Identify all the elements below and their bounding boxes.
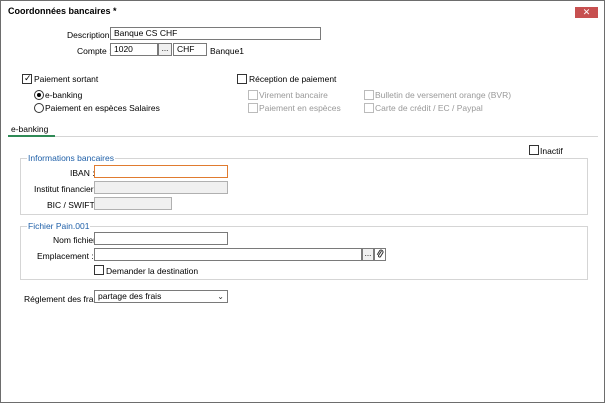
iban-label: IBAN : [70, 168, 95, 178]
emplacement-browse-button[interactable]: ... [362, 248, 374, 261]
demander-destination-label: Demander la destination [106, 266, 199, 276]
title-bar: Coordonnées bancaires * ✕ [1, 1, 604, 23]
informations-bancaires-title: Informations bancaires [27, 153, 115, 163]
chevron-down-icon: ⌄ [217, 292, 224, 301]
inactif-label: Inactif [540, 146, 563, 156]
iban-input[interactable] [94, 165, 228, 178]
paiement-sortant-label: Paiement sortant [34, 74, 99, 84]
especes-salaires-radio[interactable] [34, 103, 44, 113]
fichier-pain-title: Fichier Pain.001 [27, 221, 91, 231]
virement-bancaire-label: Virement bancaire [259, 90, 328, 100]
emplacement-input[interactable] [94, 248, 362, 261]
ebanking-radio-label: e-banking [45, 90, 83, 100]
nom-fichier-input[interactable] [94, 232, 228, 245]
description-input[interactable]: Banque CS CHF [110, 27, 321, 40]
radio-dot-icon [37, 93, 41, 97]
reglement-frais-value: partage des frais [98, 291, 162, 301]
carte-credit-checkbox[interactable] [364, 103, 374, 113]
tab-ebanking[interactable]: e-banking [11, 124, 48, 134]
especes-salaires-radio-label: Paiement en espèces Salaires [45, 103, 160, 113]
paperclip-icon [376, 249, 384, 258]
currency-input[interactable]: CHF [173, 43, 207, 56]
reception-paiement-label: Réception de paiement [249, 74, 337, 84]
compte-browse-button[interactable]: ... [158, 43, 172, 56]
check-icon: ✓ [24, 73, 32, 83]
paiement-sortant-checkbox[interactable]: ✓ [22, 73, 32, 84]
emplacement-label: Emplacement : [37, 251, 94, 261]
bvr-checkbox[interactable] [364, 90, 374, 100]
attach-button[interactable] [374, 248, 386, 261]
institut-financier-label: Institut financier : [34, 184, 99, 194]
reglement-frais-label: Réglement des frais : [24, 294, 105, 304]
window-title: Coordonnées bancaires * [8, 6, 117, 16]
description-label: Description : [67, 30, 115, 40]
reception-paiement-checkbox[interactable] [237, 74, 247, 84]
bvr-label: Bulletin de versement orange (BVR) [375, 90, 512, 100]
dialog-window: Coordonnées bancaires * ✕ Description : … [0, 0, 605, 403]
virement-bancaire-checkbox[interactable] [248, 90, 258, 100]
paiement-especes-checkbox[interactable] [248, 103, 258, 113]
inactif-checkbox[interactable] [529, 145, 539, 155]
compte-name: Banque1 [210, 46, 245, 56]
tab-divider [8, 136, 598, 137]
compte-label: Compte : [77, 46, 112, 56]
reglement-frais-select[interactable]: partage des frais ⌄ [94, 290, 228, 303]
institut-financier-input [94, 181, 228, 194]
close-button[interactable]: ✕ [575, 7, 598, 18]
ebanking-radio[interactable] [34, 90, 44, 100]
bic-swift-input [94, 197, 172, 210]
tab-active-indicator [8, 135, 55, 137]
demander-destination-checkbox[interactable] [94, 265, 104, 275]
bic-swift-label: BIC / SWIFT : [47, 200, 100, 210]
paiement-especes-label: Paiement en espèces [259, 103, 341, 113]
carte-credit-label: Carte de crédit / EC / Paypal [375, 103, 483, 113]
compte-number-input[interactable]: 1020 [110, 43, 158, 56]
